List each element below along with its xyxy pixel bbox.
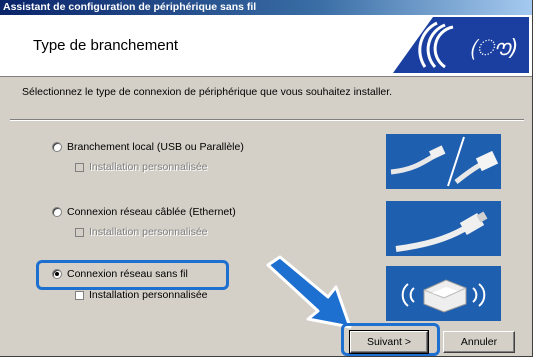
radio-local-connection[interactable]: Branchement local (USB ou Parallèle)	[52, 141, 244, 153]
svg-text:(ൗ): (ൗ)	[469, 36, 518, 61]
radio-button-icon[interactable]	[52, 207, 62, 217]
checkbox-label: Installation personnalisée	[89, 161, 208, 173]
checkbox-icon	[75, 227, 84, 237]
custom-install-checkbox-3[interactable]: Installation personnalisée	[75, 289, 208, 301]
wizard-header: Type de branchement (ൗ)	[0, 15, 532, 77]
ethernet-cable-icon	[386, 201, 501, 256]
usb-parallel-cable-icon	[386, 134, 501, 189]
instruction-text: Sélectionnez le type de connexion de pér…	[22, 86, 393, 98]
page-title: Type de branchement	[33, 37, 179, 54]
radio-label: Connexion réseau câblée (Ethernet)	[67, 206, 236, 218]
checkbox-label: Installation personnalisée	[89, 289, 208, 301]
radio-button-icon[interactable]	[52, 142, 62, 152]
radio-label: Branchement local (USB ou Parallèle)	[67, 141, 244, 153]
checkbox-icon[interactable]	[75, 290, 84, 300]
pointer-arrow-icon	[266, 255, 352, 329]
radio-button-icon[interactable]	[52, 269, 62, 279]
wireless-printer-icon	[386, 266, 501, 321]
title-bar[interactable]: Assistant de configuration de périphériq…	[0, 0, 532, 15]
wireless-logo-icon: (ൗ)	[373, 17, 529, 73]
custom-install-checkbox-1: Installation personnalisée	[75, 161, 208, 173]
checkbox-label: Installation personnalisée	[89, 226, 208, 238]
radio-wired-network[interactable]: Connexion réseau câblée (Ethernet)	[52, 206, 236, 218]
radio-label: Connexion réseau sans fil	[67, 268, 188, 280]
cancel-button[interactable]: Annuler	[443, 331, 515, 353]
setup-wizard-window: Assistant de configuration de périphériq…	[0, 0, 533, 357]
checkbox-icon	[75, 162, 84, 172]
separator-line	[10, 119, 524, 121]
next-button[interactable]: Suivant >	[349, 330, 429, 354]
custom-install-checkbox-2: Installation personnalisée	[75, 226, 208, 238]
radio-wireless-network[interactable]: Connexion réseau sans fil	[52, 268, 188, 280]
window-title: Assistant de configuration de périphériq…	[3, 1, 257, 13]
